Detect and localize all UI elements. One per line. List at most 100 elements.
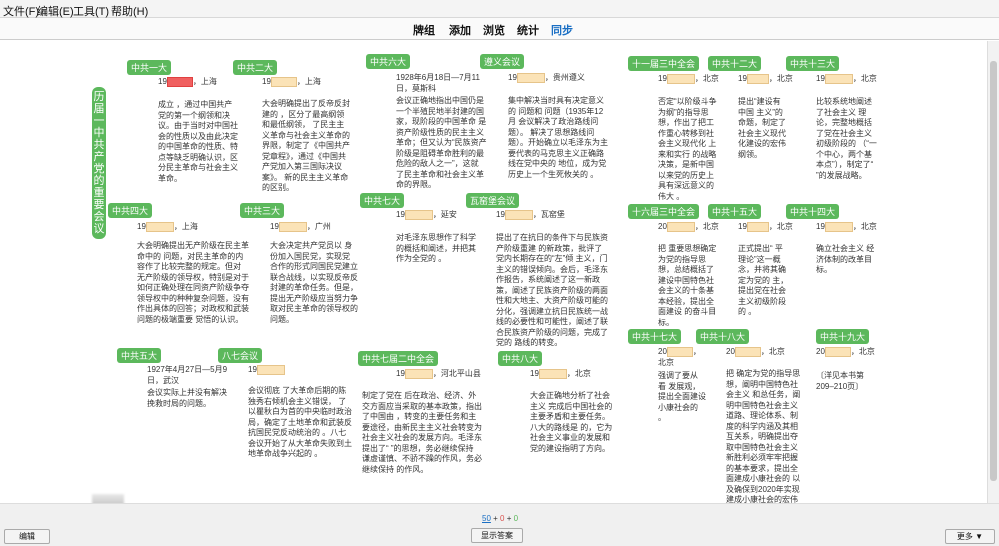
tag-s17: 中共七届二中全会 (358, 351, 439, 366)
s11-place: ，瓦窑堡 (532, 210, 565, 220)
s10-place: ，延安 (432, 210, 457, 220)
top-toolbar: 牌组 添加 浏览 统计 同步 (0, 18, 999, 40)
s9-place: ，广州 (306, 222, 331, 232)
edit-button[interactable]: 编辑 (4, 529, 50, 544)
tag-s21: 中共十九大 (816, 329, 870, 344)
cloze-box[interactable] (666, 222, 695, 232)
s9-body: 大会决定共产党员以 身份加入国民党，实现党 合作的形式同国民党建立联合战线，以实… (270, 241, 358, 324)
menu-help[interactable]: 帮助(H) (111, 3, 148, 19)
menu-tools[interactable]: 工具(T) (73, 3, 109, 19)
cloze-box[interactable] (824, 222, 853, 232)
s16-body: 会议彻底 了大革命后期的陈独秀右倾机会主义错误， 了以瞿秋白为首的中央临时政治局… (248, 386, 352, 458)
cloze-box[interactable] (270, 77, 297, 87)
s5-place: ，北京 (694, 74, 719, 84)
s21-body: 〔洋见本书第209–210页〕 (816, 371, 864, 391)
s10-body: 对毛泽东思想作了科学的概括和阐述，并把其作为全党的 。 (396, 233, 476, 263)
cloze-box[interactable] (404, 369, 433, 379)
cloze-box[interactable] (516, 73, 545, 83)
s17-body: 制定了党在 后在政治、经济、外交方面应当采取的基本政策，指出了中国由 ，转变的主… (362, 391, 482, 474)
tag-s9: 中共三大 (240, 203, 285, 218)
s15-date: 1927年4月27日—5月9日，武汉 (147, 365, 228, 385)
section-s12: 20 ，北京 (658, 222, 728, 233)
s18-year: 19 (530, 369, 539, 379)
show-answer-button[interactable]: 显示答案 (471, 528, 523, 543)
cloze-box[interactable] (278, 222, 307, 232)
count-sep1: + (490, 514, 501, 523)
s15-body: 会议实际上并没有解决挽救时局的问题。 (147, 388, 227, 408)
s4-place: ，贵州遵义 (544, 73, 585, 83)
s1-place: ，上海 (192, 77, 217, 87)
s4-year: 19 (508, 73, 517, 83)
section-s4: 19 ，贵州遵义 (508, 73, 608, 84)
s19-year: 20 (658, 347, 667, 357)
count-current: 50 (482, 514, 491, 523)
section-s19: 20 ，北京 (658, 347, 708, 368)
s14-year: 19 (816, 222, 825, 232)
cloze-box[interactable] (145, 222, 174, 232)
card-counts: 50 + 0 + 0 (482, 514, 518, 523)
vertical-scrollbar[interactable] (987, 41, 999, 503)
section-s18: 19 ，北京 (530, 369, 620, 380)
s20-body: 把 确定为党的指导思想，阐明中国特色社会主义 和总任务，阐明中国特色社会主义道路… (726, 369, 801, 503)
cloze-box[interactable] (824, 74, 853, 84)
s5-body: 否定“以阶级斗争为纲”的指导思想，作出了把工作重心转移到社会主义现代化 上来和实… (658, 97, 717, 201)
tab-stats[interactable]: 统计 (517, 22, 539, 38)
cloze-box[interactable] (746, 74, 769, 84)
cloze-box[interactable] (538, 369, 567, 379)
cloze-box[interactable] (256, 365, 285, 375)
s13-body: 正式提出“ 平理论”这一概念，并将其确定为党的 主，提出党在社会主义初级阶段的 … (738, 244, 789, 316)
s21-place: ，北京 (850, 347, 875, 357)
s7-year: 19 (816, 74, 825, 84)
cloze-box[interactable] (666, 74, 695, 84)
menu-file[interactable]: 文件(F) (3, 3, 39, 19)
s19-body: 强调了要从 看 发展观，提出全面建设小康社会的 。 (658, 371, 706, 422)
s4-body: 集中解决当时具有决定意义的 问题和 问题（1935年12月 会议解决了政治路线问… (508, 96, 608, 179)
s12-place: ，北京 (694, 222, 719, 232)
cloze-box[interactable] (746, 222, 769, 232)
s18-body: 大会正确地分析了社会主义 完成后中国社会的主要矛盾和主要任务。八大的路线是 的，… (530, 391, 613, 453)
s13-place: ，北京 (768, 222, 793, 232)
s12-year: 20 (658, 222, 667, 232)
cloze-box[interactable] (404, 210, 433, 220)
more-button[interactable]: 更多 ▼ (945, 529, 995, 544)
tag-s4: 遵义会议 (480, 54, 525, 69)
s6-year: 19 (738, 74, 747, 84)
cloze-box[interactable] (666, 347, 693, 357)
cloze-box[interactable] (504, 210, 533, 220)
s16-year: 19 (248, 365, 257, 375)
tag-s12: 十六届三中全会 (628, 204, 700, 219)
cloze-red[interactable] (166, 77, 193, 87)
tag-s20: 中共十八大 (696, 329, 750, 344)
s8-place: ，上海 (173, 222, 198, 232)
section-s7: 19 ，北京 (816, 74, 886, 85)
scroll-thumb[interactable] (990, 61, 997, 481)
section-s1: 19 ，上海 (158, 77, 238, 88)
section-s21: 20 ，北京 (816, 347, 886, 358)
cloze-box[interactable] (824, 347, 851, 357)
s9-year: 19 (270, 222, 279, 232)
s8-body: 大会明确提出无产阶级在民主革命中的 问题，对民主革命的内容作了比较完整的规定。但… (137, 241, 249, 324)
s1-body: 成立 ，通过中国共产党的第一个纲领和决议。由于当时对中国社会的性质以及由此决定的… (158, 100, 238, 183)
tag-s13: 中共十五大 (708, 204, 762, 219)
tab-add[interactable]: 添加 (449, 22, 471, 38)
tab-decks[interactable]: 牌组 (413, 22, 435, 38)
s5-year: 19 (658, 74, 667, 84)
cloze-box[interactable] (734, 347, 761, 357)
tag-s14: 中共十四大 (786, 204, 840, 219)
s3-date: 1928年6月18日—7月11日，莫斯科 (396, 73, 480, 93)
tag-s3: 中共六大 (366, 54, 411, 69)
vertical-title: 历届一中共产党的重要会议 (92, 87, 106, 239)
section-s17: 19 ，河北平山县 (396, 369, 496, 380)
s17-place: ，河北平山县 (432, 369, 481, 379)
tab-browse[interactable]: 浏览 (483, 22, 505, 38)
menu-edit[interactable]: 编辑(E) (37, 3, 74, 19)
section-s14: 19 ，北京 (816, 222, 886, 233)
s12-body: 把 重要思想确定为党的指导思想，总结概括了建设中国特色社会主义的十条基本经验，提… (658, 244, 717, 327)
tag-s2: 中共二大 (233, 60, 278, 75)
s11-body: 提出了在抗日的条件下与民族资产阶级重建 的新政策，批评了党内长期存在的“左”倾 … (496, 233, 608, 347)
tag-s18: 中共八大 (498, 351, 543, 366)
tab-sync[interactable]: 同步 (551, 22, 573, 38)
section-s16: 19 (248, 365, 348, 376)
s6-place: ，北京 (768, 74, 793, 84)
section-s2: 19 ，上海 (262, 77, 352, 88)
